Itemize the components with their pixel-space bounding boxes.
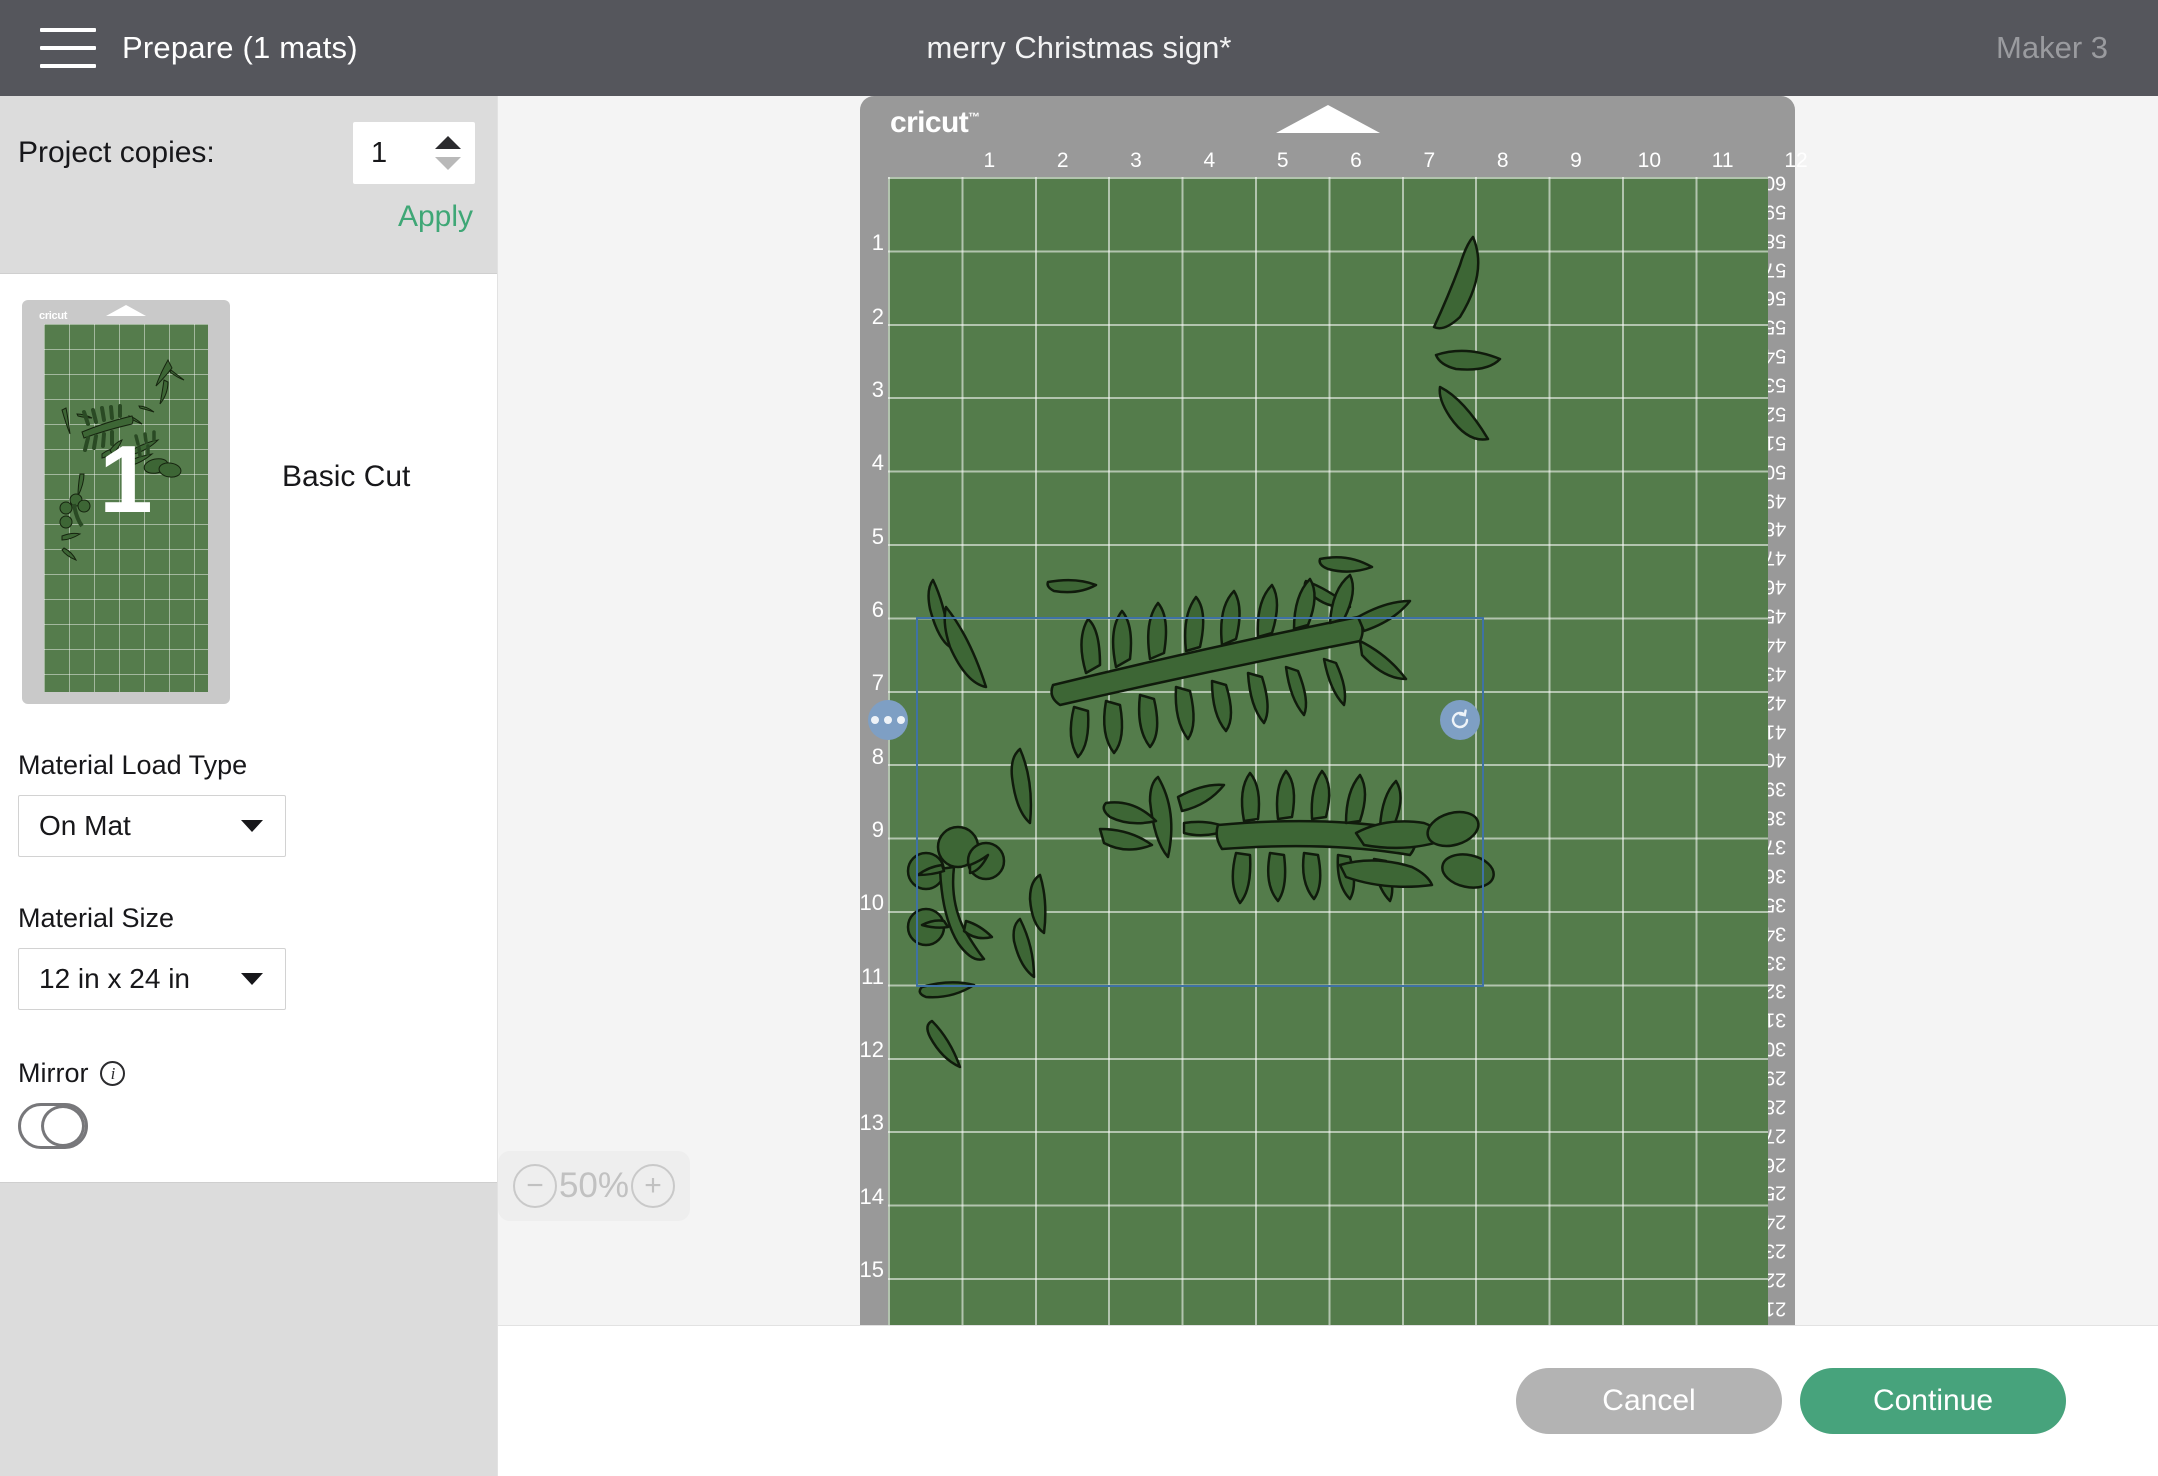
zoom-control: − 50% +: [498, 1151, 690, 1221]
ruler-top-tick: 1: [983, 149, 996, 172]
material-load-type-label: Material Load Type: [18, 750, 248, 780]
ruler-left-tick: 11: [861, 963, 884, 989]
ruler-left-tick: 3: [871, 377, 884, 402]
ruler-left-tick: 9: [871, 817, 884, 842]
mat-thumbnail[interactable]: cricut 1: [22, 300, 230, 704]
stepper-arrows: [435, 136, 461, 170]
ruler-left-tick: 6: [871, 597, 884, 622]
ruler-left-tick: 14: [859, 1183, 884, 1209]
app-header: Prepare (1 mats) merry Christmas sign* M…: [0, 0, 2158, 96]
mat-surface[interactable]: [888, 177, 1768, 1325]
cutting-mat[interactable]: cricut™ 1 2 3 4 5 6 7 8 9 10 11 12 1 2 3 4 5 6 7 8 9 10 11 12 1…: [860, 96, 1808, 1325]
left-panel-footer-area: [0, 1182, 497, 1476]
project-copies-stepper[interactable]: 1: [353, 122, 475, 184]
ruler-top-tick: 6: [1350, 149, 1362, 172]
ruler-left-tick: 7: [871, 670, 884, 696]
ruler-left-tick: 2: [871, 303, 884, 329]
material-load-type-select[interactable]: On Mat: [18, 795, 286, 857]
ruler-top-tick: 9: [1570, 149, 1582, 172]
hamburger-menu-icon[interactable]: [40, 28, 96, 68]
ruler-left-tick: 10: [859, 890, 884, 916]
material-size-value: 12 in x 24 in: [39, 963, 190, 994]
mat-preview-row: cricut 1 Basic Cut: [0, 274, 497, 704]
design-shapes[interactable]: [888, 177, 1768, 1325]
ruler-top-tick: 2: [1056, 149, 1069, 172]
ruler-top: 1 2 3 4 5 6 7 8 9 10 11 12: [888, 149, 1807, 177]
ruler-top-tick: 7: [1423, 149, 1436, 172]
cricut-logo: cricut™: [890, 106, 980, 139]
mat-notch-icon: [1275, 105, 1380, 133]
ruler-left-tick: 15: [859, 1257, 884, 1282]
apply-copies-button[interactable]: Apply: [398, 200, 473, 234]
machine-selector[interactable]: Maker 3: [1996, 30, 2108, 66]
ruler-top-tick: 4: [1203, 149, 1216, 172]
mat-thumb-notch-icon: [106, 305, 146, 316]
ruler-top-tick: 3: [1130, 149, 1142, 172]
material-size-label: Material Size: [18, 903, 175, 933]
left-settings-panel: Project copies: 1 Apply cricut 1 Basic C…: [0, 96, 498, 1476]
continue-button[interactable]: Continue: [1800, 1368, 2066, 1434]
action-footer: Cancel Continue: [498, 1325, 2158, 1476]
zoom-level-value: 50%: [558, 1166, 630, 1205]
more-options-icon[interactable]: [868, 700, 908, 740]
project-copies-block: Project copies: 1 Apply: [0, 96, 497, 274]
ruler-left-tick: 5: [871, 523, 884, 549]
ruler-top-tick: 8: [1496, 149, 1509, 172]
ruler-top-tick: 5: [1276, 149, 1289, 172]
mirror-toggle-knob: [41, 1105, 85, 1147]
material-size-select[interactable]: 12 in x 24 in: [18, 948, 286, 1010]
app-root: Prepare (1 mats) merry Christmas sign* M…: [0, 0, 2158, 1476]
material-load-type-field: Material Load Type On Mat: [0, 704, 497, 857]
cancel-button[interactable]: Cancel: [1516, 1368, 1782, 1434]
ruler-left-tick: 13: [859, 1110, 884, 1136]
chevron-down-icon: [241, 973, 263, 985]
chevron-down-icon: [241, 820, 263, 832]
project-copies-label: Project copies:: [18, 136, 215, 169]
mat-thumb-number: 1: [99, 426, 153, 533]
ruler-left-tick: 1: [871, 230, 884, 256]
increment-copies-icon[interactable]: [435, 136, 461, 149]
mirror-field: Mirror i: [0, 1010, 497, 1089]
ruler-left-tick: 8: [871, 743, 884, 769]
prepare-title: Prepare (1 mats): [122, 30, 358, 65]
decrement-copies-icon[interactable]: [435, 157, 461, 170]
zoom-out-button[interactable]: −: [512, 1164, 557, 1208]
ruler-top-tick: 10: [1637, 149, 1662, 172]
info-icon[interactable]: i: [100, 1061, 126, 1086]
zoom-in-button[interactable]: +: [631, 1164, 676, 1208]
ruler-left-tick: 4: [871, 450, 884, 476]
material-load-type-value: On Mat: [39, 810, 131, 841]
mat-thumb-logo: cricut: [39, 310, 68, 322]
mirror-toggle[interactable]: [18, 1103, 88, 1149]
project-copies-value[interactable]: 1: [353, 137, 387, 170]
ruler-top-tick: 11: [1711, 149, 1734, 172]
mirror-label: Mirror: [18, 1058, 89, 1088]
ruler-left-tick: 12: [859, 1037, 884, 1062]
ruler-left: 12345678910111213141516: [860, 170, 888, 1325]
cut-type-label: Basic Cut: [282, 460, 411, 493]
rotate-icon[interactable]: [1440, 700, 1480, 740]
mat-canvas-area[interactable]: − 50% + cricut™ 1 2 3 4 5 6 7 8 9 10 11 12 12345678…: [498, 96, 2158, 1325]
material-size-field: Material Size 12 in x 24 in: [0, 857, 497, 1010]
